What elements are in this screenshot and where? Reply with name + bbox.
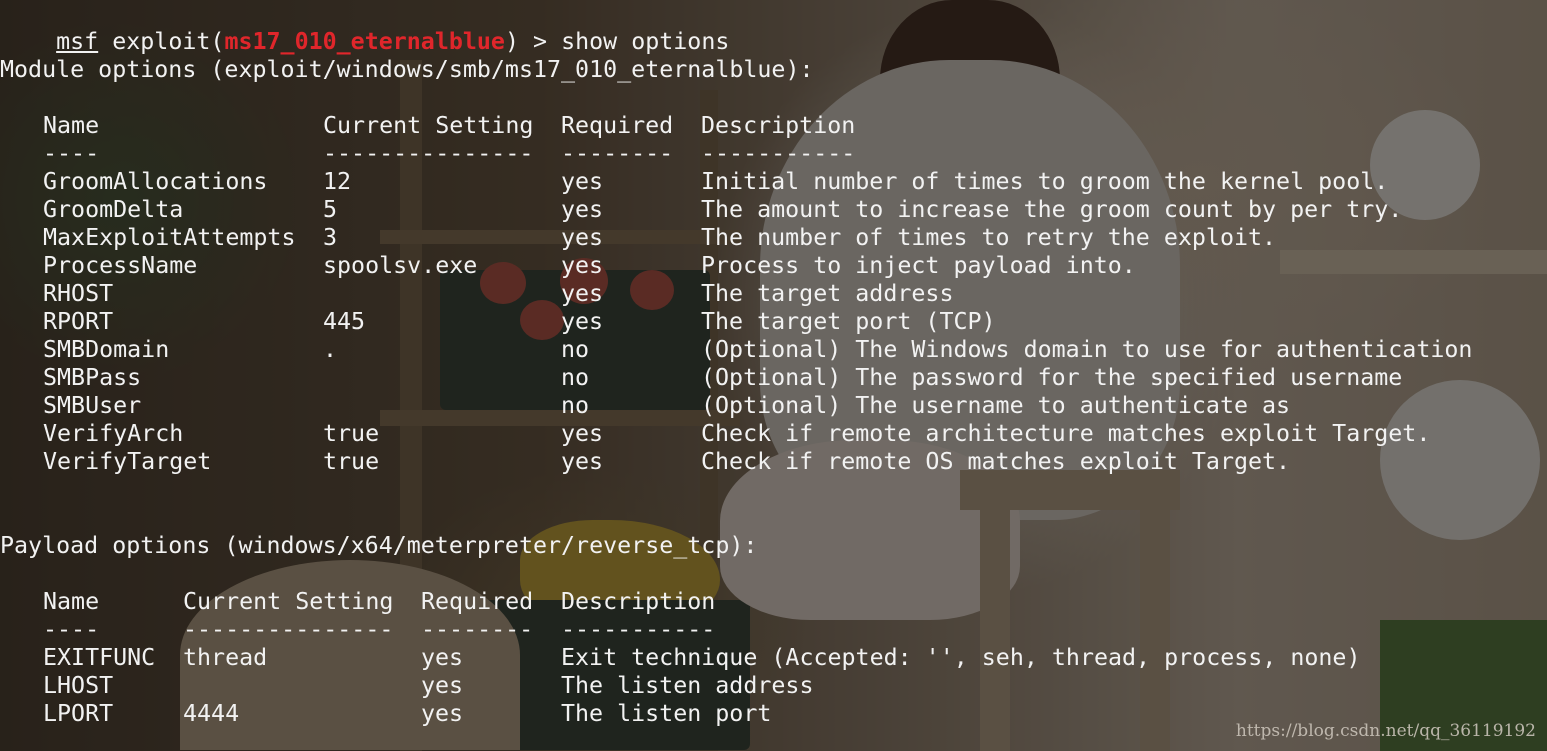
prompt-module-name: ms17_010_eternalblue xyxy=(224,28,505,55)
cell-required: yes xyxy=(421,672,464,699)
column-description: Description xyxy=(561,588,716,615)
column-description: ----------- xyxy=(701,140,856,167)
module-options-header-row: Name Current Setting Required Description xyxy=(0,112,1547,140)
cell-description: (Optional) The username to authenticate … xyxy=(701,392,1291,419)
module-options-header-underline: ---- --------------- -------- ----------- xyxy=(0,140,1547,168)
terminal-output: msf exploit(ms17_010_eternalblue) > show… xyxy=(0,0,1547,751)
cell-setting: 3 xyxy=(323,224,338,251)
cell-required: yes xyxy=(561,308,604,335)
cell-description: Exit technique (Accepted: '', seh, threa… xyxy=(561,644,1361,671)
cell-name: EXITFUNC xyxy=(43,644,156,671)
column-setting: Current Setting xyxy=(323,112,534,139)
cell-setting: 12 xyxy=(323,168,352,195)
cell-name: SMBUser xyxy=(43,392,142,419)
cell-setting: 445 xyxy=(323,308,366,335)
payload-options-header-row: Name Current Setting Required Description xyxy=(0,588,1547,616)
cell-required: yes xyxy=(421,700,464,727)
cell-setting: thread xyxy=(183,644,268,671)
cell-name: MaxExploitAttempts xyxy=(43,224,296,251)
cell-required: yes xyxy=(561,280,604,307)
cell-description: The target port (TCP) xyxy=(701,308,996,335)
cell-setting: spoolsv.exe xyxy=(323,252,478,279)
column-name: Name xyxy=(43,112,100,139)
cell-description: The listen address xyxy=(561,672,814,699)
cell-required: yes xyxy=(561,168,604,195)
column-name: Name xyxy=(43,588,100,615)
cell-description: (Optional) The password for the specifie… xyxy=(701,364,1403,391)
cell-setting: . xyxy=(323,336,338,363)
module-options-row-smbuser: SMBUser no (Optional) The username to auth… xyxy=(0,392,1547,420)
cell-name: VerifyTarget xyxy=(43,448,212,475)
module-options-row-processname: ProcessName spoolsv.exe yes Process to inje… xyxy=(0,252,1547,280)
column-setting: --------------- xyxy=(323,140,534,167)
cell-required: no xyxy=(561,336,590,363)
cell-name: ProcessName xyxy=(43,252,198,279)
cell-description: The amount to increase the groom count b… xyxy=(701,196,1403,223)
column-name: ---- xyxy=(43,616,100,643)
module-options-row-smbdomain: SMBDomain. no (Optional) The Windows domai… xyxy=(0,336,1547,364)
payload-options-heading: Payload options (windows/x64/meterpreter… xyxy=(0,532,758,559)
cell-name: LPORT xyxy=(43,700,114,727)
cell-description: (Optional) The Windows domain to use for… xyxy=(701,336,1473,363)
column-required: -------- xyxy=(421,616,534,643)
cell-required: yes xyxy=(561,420,604,447)
cell-name: RPORT xyxy=(43,308,114,335)
cell-setting: 5 xyxy=(323,196,338,223)
module-options-row-rport: RPORT 445 yes The target port (TCP) xyxy=(0,308,1547,336)
module-options-row-smbpass: SMBPass no (Optional) The password for the… xyxy=(0,364,1547,392)
cell-name: GroomAllocations xyxy=(43,168,268,195)
cell-description: The target address xyxy=(701,280,954,307)
cell-description: Check if remote architecture matches exp… xyxy=(701,420,1431,447)
cell-description: The number of times to retry the exploit… xyxy=(701,224,1277,251)
cell-required: yes xyxy=(561,224,604,251)
cell-description: Process to inject payload into. xyxy=(701,252,1136,279)
cell-required: yes xyxy=(561,252,604,279)
cell-setting: true xyxy=(323,448,380,475)
column-required: -------- xyxy=(561,140,674,167)
prompt-command-end: ) > show options xyxy=(504,28,730,55)
module-options-row-rhost: RHOST yes The target address xyxy=(0,280,1547,308)
cell-description: The listen port xyxy=(561,700,772,727)
cell-required: no xyxy=(561,364,590,391)
cell-description: Check if remote OS matches exploit Targe… xyxy=(701,448,1291,475)
column-description: Description xyxy=(701,112,856,139)
cell-name: RHOST xyxy=(43,280,114,307)
column-required: Required xyxy=(561,112,674,139)
column-required: Required xyxy=(421,588,534,615)
cell-description: Initial number of times to groom the ker… xyxy=(701,168,1389,195)
module-options-row-groomallocations: GroomAllocations 12 yes Initial number of t… xyxy=(0,168,1547,196)
cell-setting: 4444 xyxy=(183,700,240,727)
cell-name: GroomDelta xyxy=(43,196,184,223)
prompt-prefix: msf xyxy=(56,28,99,55)
column-name: ---- xyxy=(43,140,100,167)
cell-name: SMBPass xyxy=(43,364,142,391)
module-options-heading: Module options (exploit/windows/smb/ms17… xyxy=(0,56,814,83)
payload-options-row-lhost: LHOST yes The listen address xyxy=(0,672,1547,700)
cell-name: SMBDomain xyxy=(43,336,170,363)
watermark-url: https://blog.csdn.net/qq_36119192 xyxy=(1235,721,1536,741)
cell-name: LHOST xyxy=(43,672,114,699)
payload-options-row-exitfunc: EXITFUNC thread yes Exit technique (Accepte… xyxy=(0,644,1547,672)
prompt-command-start: exploit( xyxy=(112,28,225,55)
module-options-row-verifyarch: VerifyArch true yes Check if remote archite… xyxy=(0,420,1547,448)
module-options-row-verifytarget: VerifyTarget true yes Check if remote OS ma… xyxy=(0,448,1547,476)
payload-options-header-underline: ---- --------------- -------- ----------- xyxy=(0,616,1547,644)
cell-required: yes xyxy=(421,644,464,671)
cell-required: yes xyxy=(561,196,604,223)
module-options-row-maxexploitattempts: MaxExploitAttempts 3 yes The number of time… xyxy=(0,224,1547,252)
column-setting: --------------- xyxy=(183,616,394,643)
column-description: ----------- xyxy=(561,616,716,643)
cell-required: yes xyxy=(561,448,604,475)
module-options-row-groomdelta: GroomDelta 5 yes The amount to increase the… xyxy=(0,196,1547,224)
command-prompt-line: msf exploit(ms17_010_eternalblue) > show… xyxy=(0,0,729,55)
column-setting: Current Setting xyxy=(183,588,394,615)
cell-setting: true xyxy=(323,420,380,447)
cell-required: no xyxy=(561,392,590,419)
cell-name: VerifyArch xyxy=(43,420,184,447)
